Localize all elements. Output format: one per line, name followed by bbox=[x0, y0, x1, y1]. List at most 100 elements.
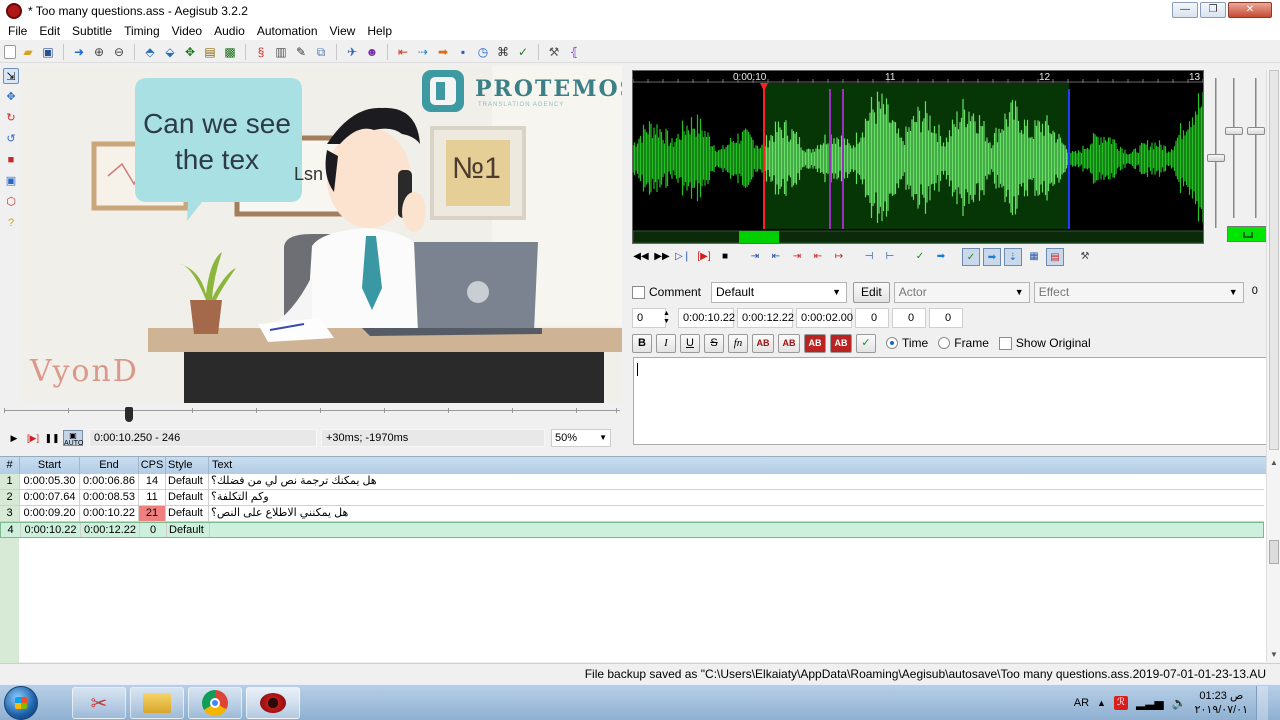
play-selection-icon[interactable]: ▷❘ bbox=[674, 248, 692, 266]
minimize-button[interactable]: — bbox=[1172, 2, 1198, 18]
margin-left-field[interactable]: 0 bbox=[855, 308, 889, 328]
zoom-out-icon[interactable]: ⊖ bbox=[111, 44, 127, 60]
play-line-icon[interactable]: [▶] bbox=[25, 430, 41, 446]
volume-icon[interactable]: 🔈 bbox=[1172, 696, 1187, 710]
help-icon[interactable]: ? bbox=[3, 215, 19, 231]
menu-automation[interactable]: Automation bbox=[251, 24, 324, 38]
options-tools-icon[interactable]: ⚒ bbox=[546, 44, 562, 60]
primary-color-button[interactable]: AB bbox=[752, 333, 774, 353]
seek-thumb[interactable] bbox=[125, 407, 133, 422]
menu-audio[interactable]: Audio bbox=[208, 24, 251, 38]
taskbar-aegisub[interactable] bbox=[246, 687, 300, 719]
save-file-icon[interactable]: ▣ bbox=[40, 44, 56, 60]
play-after-start-icon[interactable]: ⇤ bbox=[767, 248, 785, 266]
margin-right-field[interactable]: 0 bbox=[892, 308, 926, 328]
frame-radio[interactable] bbox=[938, 337, 951, 349]
play-current-line-icon[interactable]: [▶] bbox=[695, 248, 713, 266]
header-text[interactable]: Text bbox=[209, 457, 1266, 474]
maximize-button[interactable]: ❐ bbox=[1200, 2, 1226, 18]
video-display[interactable]: Can we see the tex Lsn PROTEMOS TRANSLAT… bbox=[22, 66, 622, 403]
strikeout-button[interactable]: S bbox=[704, 333, 724, 353]
show-desktop-button[interactable] bbox=[1256, 686, 1268, 720]
commit-check-button[interactable]: ✓ bbox=[856, 333, 876, 353]
time-radio[interactable] bbox=[886, 337, 898, 349]
start-time-field[interactable]: 0:00:10.22 bbox=[678, 308, 735, 328]
bold-button[interactable]: B bbox=[632, 333, 652, 353]
duration-field[interactable]: 0:00:02.00 bbox=[796, 308, 853, 328]
spell-check-icon[interactable]: ⌘ bbox=[495, 44, 511, 60]
previous-line-icon[interactable]: ◀◀ bbox=[632, 248, 650, 266]
menu-view[interactable]: View bbox=[324, 24, 362, 38]
lead-in-icon[interactable]: ⊣ bbox=[860, 248, 878, 266]
scroll-down-icon[interactable]: ▼ bbox=[1267, 648, 1280, 662]
grid-scroll-thumb[interactable] bbox=[1269, 540, 1279, 564]
scroll-up-icon[interactable]: ▲ bbox=[1267, 456, 1280, 470]
language-indicator[interactable]: AR bbox=[1074, 697, 1089, 709]
audio-stop-icon[interactable]: ■ bbox=[716, 248, 734, 266]
rotate-z-icon[interactable]: ↻ bbox=[3, 110, 19, 126]
select-visible-icon[interactable]: ⇢ bbox=[415, 44, 431, 60]
effect-field[interactable]: Effect ▼ bbox=[1033, 281, 1244, 303]
open-file-icon[interactable]: ▰ bbox=[20, 44, 36, 60]
karaoke-split-icon[interactable]: ⚒ bbox=[1076, 248, 1094, 266]
close-button[interactable]: ✕ bbox=[1228, 2, 1272, 18]
subtitle-text-editor[interactable] bbox=[633, 357, 1279, 445]
start-button[interactable] bbox=[4, 686, 38, 720]
zoom-in-icon[interactable]: ⊕ bbox=[91, 44, 107, 60]
kanji-timer-icon[interactable]: ▥ bbox=[273, 44, 289, 60]
upper-pane-scrollbar[interactable] bbox=[1266, 70, 1280, 456]
show-original-checkbox[interactable] bbox=[998, 336, 1012, 350]
new-file-icon[interactable] bbox=[4, 44, 16, 59]
frame-time-field[interactable]: 0:00:10.250 - 246 bbox=[89, 429, 317, 447]
table-row[interactable]: 1 0:00:05.30 0:00:06.86 14 Default هل يم… bbox=[0, 474, 1264, 490]
taskbar-chrome[interactable] bbox=[188, 687, 242, 719]
network-icon[interactable]: ▂▃▅ bbox=[1136, 696, 1164, 710]
autoscroll-toggle[interactable]: ▣ AUTO bbox=[63, 430, 83, 447]
play-before-start-icon[interactable]: ⇥ bbox=[746, 248, 764, 266]
menu-video[interactable]: Video bbox=[166, 24, 208, 38]
video-seek-slider[interactable] bbox=[4, 404, 620, 426]
table-row-active[interactable]: 4 0:00:10.22 0:00:12.22 0 Default bbox=[0, 522, 1264, 538]
drag-tool-icon[interactable]: ✥ bbox=[3, 89, 19, 105]
header-start[interactable]: Start bbox=[20, 457, 80, 474]
outline-color-button[interactable]: AB bbox=[804, 333, 826, 353]
comment-checkbox[interactable] bbox=[632, 285, 645, 299]
tray-expand-icon[interactable]: ▲ bbox=[1097, 698, 1106, 708]
stop-icon[interactable]: ▪ bbox=[455, 44, 471, 60]
vertical-zoom-slider[interactable] bbox=[1225, 127, 1243, 135]
menu-file[interactable]: File bbox=[2, 24, 33, 38]
layer-spinner[interactable]: 0 bbox=[632, 308, 666, 328]
volume-slider[interactable] bbox=[1247, 127, 1265, 135]
commit-icon[interactable]: ✓ bbox=[911, 248, 929, 266]
header-end[interactable]: End bbox=[80, 457, 139, 474]
audio-link-toggle[interactable] bbox=[1227, 226, 1269, 242]
end-time-field[interactable]: 0:00:12.22 bbox=[737, 308, 794, 328]
antivirus-tray-icon[interactable]: ℛ bbox=[1113, 696, 1128, 710]
karaoke-toggle-icon[interactable]: ▤ bbox=[1046, 248, 1064, 266]
pause-icon[interactable]: ❚❚ bbox=[44, 430, 60, 446]
translation-assistant-icon[interactable]: ⧉ bbox=[313, 44, 329, 60]
actor-select[interactable]: Actor ▼ bbox=[893, 281, 1030, 303]
play-after-end-icon[interactable]: ⇤ bbox=[809, 248, 827, 266]
jump-to-icon[interactable]: ➜ bbox=[71, 44, 87, 60]
lead-out-icon[interactable]: ⊢ bbox=[881, 248, 899, 266]
taskbar-file-explorer[interactable] bbox=[130, 687, 184, 719]
table-row[interactable]: 3 0:00:09.20 0:00:10.22 21 Default هل يم… bbox=[0, 506, 1264, 522]
standard-tool-icon[interactable]: ⇲ bbox=[3, 68, 19, 84]
automation-icon[interactable]: ✈ bbox=[344, 44, 360, 60]
play-to-end-icon[interactable]: ↦ bbox=[830, 248, 848, 266]
styles-manager-icon[interactable]: ⬘ bbox=[142, 44, 158, 60]
menu-help[interactable]: Help bbox=[361, 24, 398, 38]
resample-icon[interactable]: ▩ bbox=[222, 44, 238, 60]
menu-subtitle[interactable]: Subtitle bbox=[66, 24, 118, 38]
vector-clip-icon[interactable]: ⬡ bbox=[3, 194, 19, 210]
taskbar-snipping-tool[interactable]: ✂ bbox=[72, 687, 126, 719]
fonts-collector-icon[interactable]: ▤ bbox=[202, 44, 218, 60]
scale-tool-icon[interactable]: ■ bbox=[3, 152, 19, 168]
shift-times-icon[interactable]: ✎ bbox=[293, 44, 309, 60]
auto-scroll-toggle[interactable]: ⇣ bbox=[1004, 248, 1022, 266]
italic-button[interactable]: I bbox=[656, 333, 676, 353]
play-icon[interactable]: ▶ bbox=[6, 430, 22, 446]
snap-start-icon[interactable]: ⇤ bbox=[395, 44, 411, 60]
play-before-end-icon[interactable]: ⇥ bbox=[788, 248, 806, 266]
